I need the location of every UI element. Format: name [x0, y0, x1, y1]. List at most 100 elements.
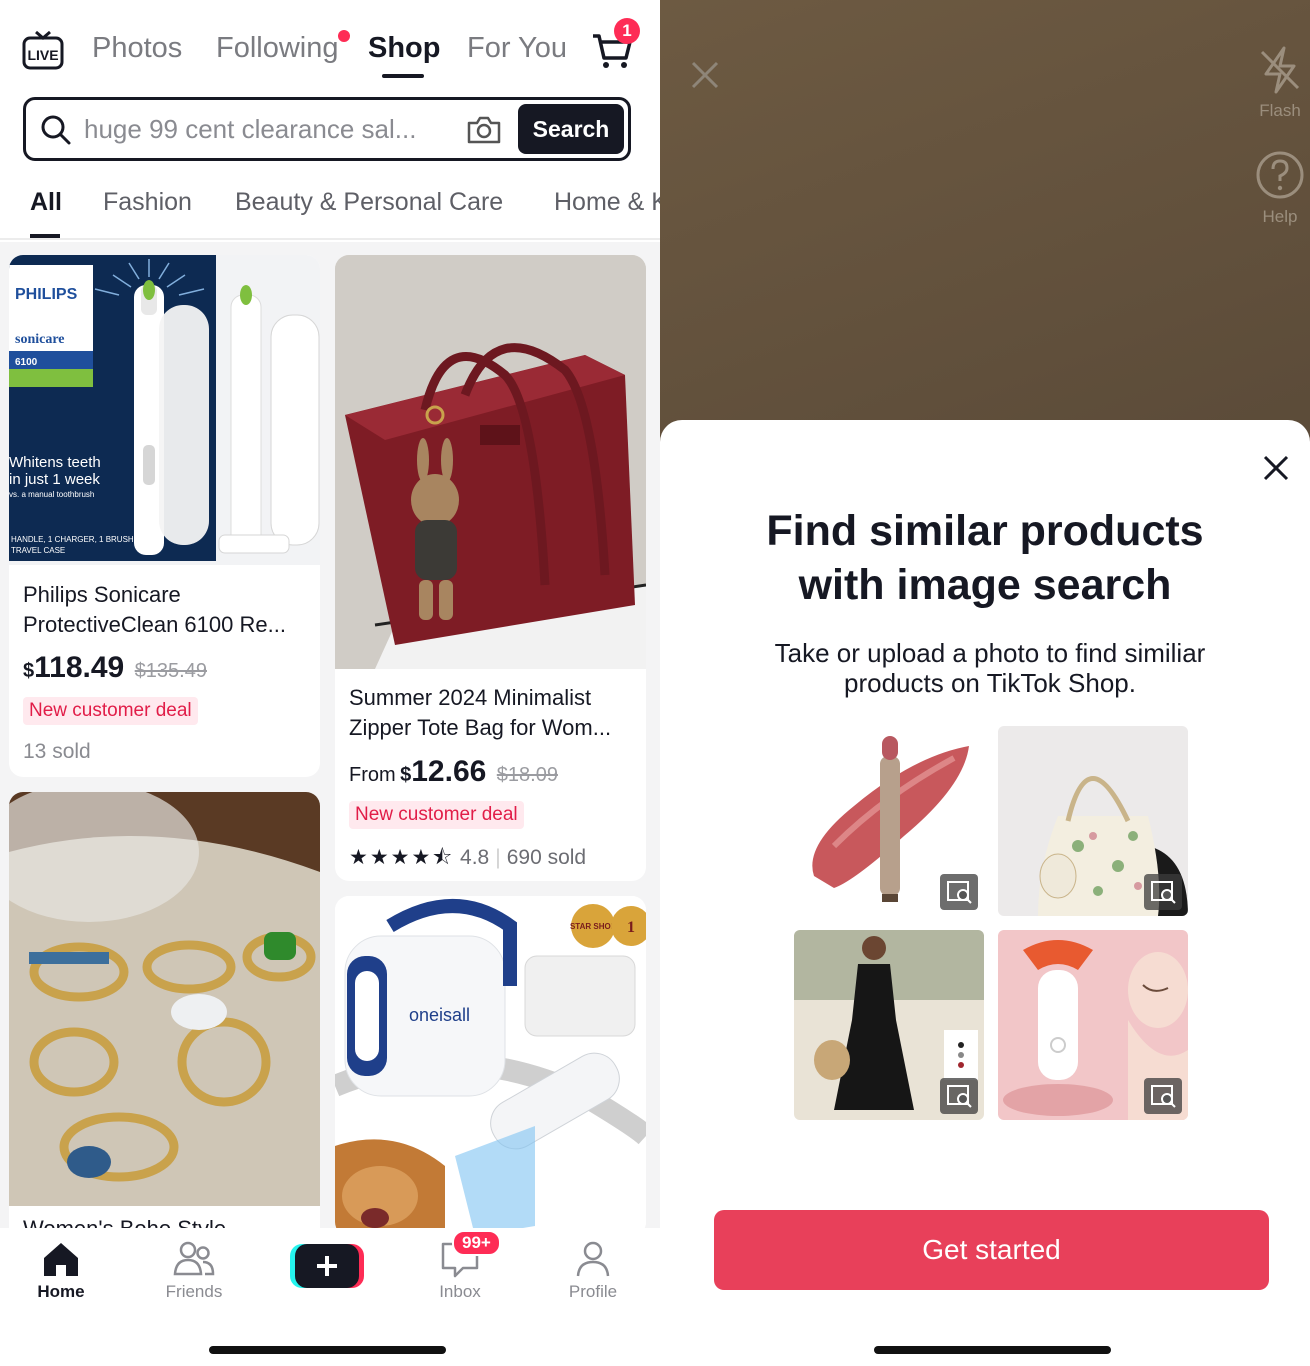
- search-icon: [41, 115, 71, 145]
- deal-badge: New customer deal: [23, 697, 198, 725]
- flash-off-icon: [1260, 46, 1300, 94]
- price-currency: $: [400, 764, 412, 786]
- product-image: [335, 255, 646, 669]
- nav-home[interactable]: Home: [16, 1240, 106, 1302]
- inbox-badge: 99+: [452, 1230, 501, 1256]
- get-started-button[interactable]: Get started: [714, 1210, 1269, 1290]
- category-underline: [30, 234, 60, 238]
- product-card[interactable]: Women's Boho Style...: [9, 792, 320, 1228]
- svg-text:6100: 6100: [15, 357, 38, 368]
- image-search-icon: [1144, 874, 1182, 910]
- product-title-line2: ProtectiveClean 6100 Re...: [23, 612, 286, 637]
- product-title: Philips Sonicare: [23, 582, 181, 607]
- flash-label: Flash: [1259, 101, 1301, 120]
- example-image-neck-massager: [998, 930, 1188, 1120]
- tab-following[interactable]: Following: [216, 32, 339, 65]
- product-title: Summer 2024 Minimalist: [349, 685, 592, 710]
- tab-photos[interactable]: Photos: [92, 32, 182, 65]
- example-image-floral-tote: [998, 726, 1188, 916]
- rating-stars: ★★★★⯪: [349, 846, 455, 869]
- help-label: Help: [1262, 207, 1298, 226]
- sheet-title-line2: with image search: [798, 561, 1172, 609]
- product-card[interactable]: Summer 2024 Minimalist Zipper Tote Bag f…: [335, 255, 646, 881]
- category-home[interactable]: Home & K: [554, 188, 660, 217]
- camera-icon[interactable]: [466, 114, 502, 146]
- sheet-subtitle-line2: products on TikTok Shop.: [844, 668, 1136, 698]
- search-input[interactable]: huge 99 cent clearance sal...: [84, 114, 416, 145]
- home-icon: [44, 1243, 78, 1276]
- original-price: $18.09: [496, 764, 558, 786]
- home-indicator: [874, 1346, 1111, 1354]
- example-image-black-dress: [794, 930, 984, 1120]
- nav-profile[interactable]: Profile: [548, 1240, 638, 1302]
- nav-inbox-label: Inbox: [439, 1282, 481, 1301]
- help-icon: [1256, 151, 1304, 199]
- close-icon[interactable]: [1260, 452, 1292, 484]
- search-bar[interactable]: huge 99 cent clearance sal... Search: [23, 97, 631, 161]
- nav-friends[interactable]: Friends: [149, 1240, 239, 1302]
- image-search-icon: [940, 874, 978, 910]
- image-search-icon: [1144, 1078, 1182, 1114]
- sheet-subtitle-line1: Take or upload a photo to find similiar: [774, 638, 1206, 668]
- deal-badge: New customer deal: [349, 801, 524, 829]
- price: 118.49: [34, 651, 125, 684]
- tab-for-you[interactable]: For You: [467, 32, 567, 65]
- product-image: PHILIPS sonicare 6100 Whitens teeth in j…: [9, 255, 320, 565]
- image-search-sheet: Find similar products with image search …: [660, 420, 1310, 1366]
- category-all[interactable]: All: [30, 188, 62, 217]
- nav-friends-label: Friends: [165, 1282, 223, 1301]
- nav-profile-label: Profile: [568, 1282, 618, 1301]
- price-from-label: From: [349, 764, 396, 786]
- following-notification-dot: [338, 30, 350, 42]
- product-title-line2: Zipper Tote Bag for Wom...: [349, 715, 612, 740]
- rating-row: ★★★★⯪ 4.8 | 690 sold: [349, 846, 587, 869]
- example-image-lip-gloss: [794, 726, 984, 916]
- price-row: $118.49 $135.49: [23, 651, 207, 685]
- category-fashion[interactable]: Fashion: [103, 188, 192, 217]
- svg-text:Whitens teeth: Whitens teeth: [9, 454, 101, 471]
- product-title: Women's Boho Style...: [23, 1214, 244, 1228]
- price-currency: $: [23, 660, 35, 682]
- home-indicator: [209, 1346, 446, 1354]
- friends-icon: [173, 1241, 215, 1276]
- profile-icon: [576, 1241, 610, 1277]
- shop-screen: LIVE Photos Following Shop For You 1 hug…: [0, 0, 660, 1366]
- svg-text:oneisall: oneisall: [409, 1005, 470, 1025]
- svg-text:1: 1: [627, 919, 635, 936]
- sheet-title-line1: Find similar products: [766, 507, 1204, 555]
- sheet-subtitle: Take or upload a photo to find similiar …: [720, 638, 1260, 698]
- category-tabs: All Fashion Beauty & Personal Care Home …: [0, 184, 660, 240]
- cart-badge: 1: [614, 18, 640, 44]
- svg-text:in just 1 week: in just 1 week: [9, 471, 100, 488]
- sold-count: 690 sold: [506, 846, 587, 869]
- product-image: oneisall STAR SHOP 1: [335, 896, 646, 1228]
- camera-close-icon[interactable]: [688, 58, 722, 92]
- tab-shop[interactable]: Shop: [368, 32, 441, 65]
- svg-text:sonicare: sonicare: [15, 332, 65, 347]
- price-row: From $12.66 $18.09: [349, 755, 558, 789]
- live-icon[interactable]: LIVE: [22, 30, 64, 70]
- svg-text:STAR SHOP: STAR SHOP: [570, 922, 617, 931]
- product-feed[interactable]: PHILIPS sonicare 6100 Whitens teeth in j…: [0, 242, 660, 1228]
- image-search-icon: [940, 1078, 978, 1114]
- sheet-title: Find similar products with image search: [660, 504, 1310, 612]
- product-image: [9, 792, 320, 1206]
- rating-value: 4.8: [460, 846, 490, 869]
- search-button[interactable]: Search: [518, 104, 624, 154]
- flash-toggle[interactable]: Flash: [1248, 46, 1310, 121]
- sold-count: 13 sold: [23, 740, 91, 763]
- product-card[interactable]: PHILIPS sonicare 6100 Whitens teeth in j…: [9, 255, 320, 777]
- svg-text:LIVE: LIVE: [27, 47, 58, 63]
- create-button[interactable]: [290, 1242, 364, 1290]
- svg-text:PHILIPS: PHILIPS: [15, 286, 78, 303]
- help-button[interactable]: Help: [1248, 150, 1310, 227]
- original-price: $135.49: [134, 660, 207, 682]
- image-search-screen: Flash Help Find similar products with im…: [660, 0, 1310, 1366]
- svg-text:TRAVEL CASE: TRAVEL CASE: [11, 546, 65, 555]
- category-beauty[interactable]: Beauty & Personal Care: [235, 188, 503, 217]
- price: 12.66: [411, 755, 487, 788]
- nav-home-label: Home: [37, 1282, 85, 1301]
- product-card[interactable]: oneisall STAR SHOP 1: [335, 896, 646, 1228]
- svg-text:HANDLE, 1 CHARGER, 1 BRUSH HEA: HANDLE, 1 CHARGER, 1 BRUSH HEAD,: [11, 535, 160, 544]
- svg-text:vs. a manual toothbrush: vs. a manual toothbrush: [9, 490, 94, 499]
